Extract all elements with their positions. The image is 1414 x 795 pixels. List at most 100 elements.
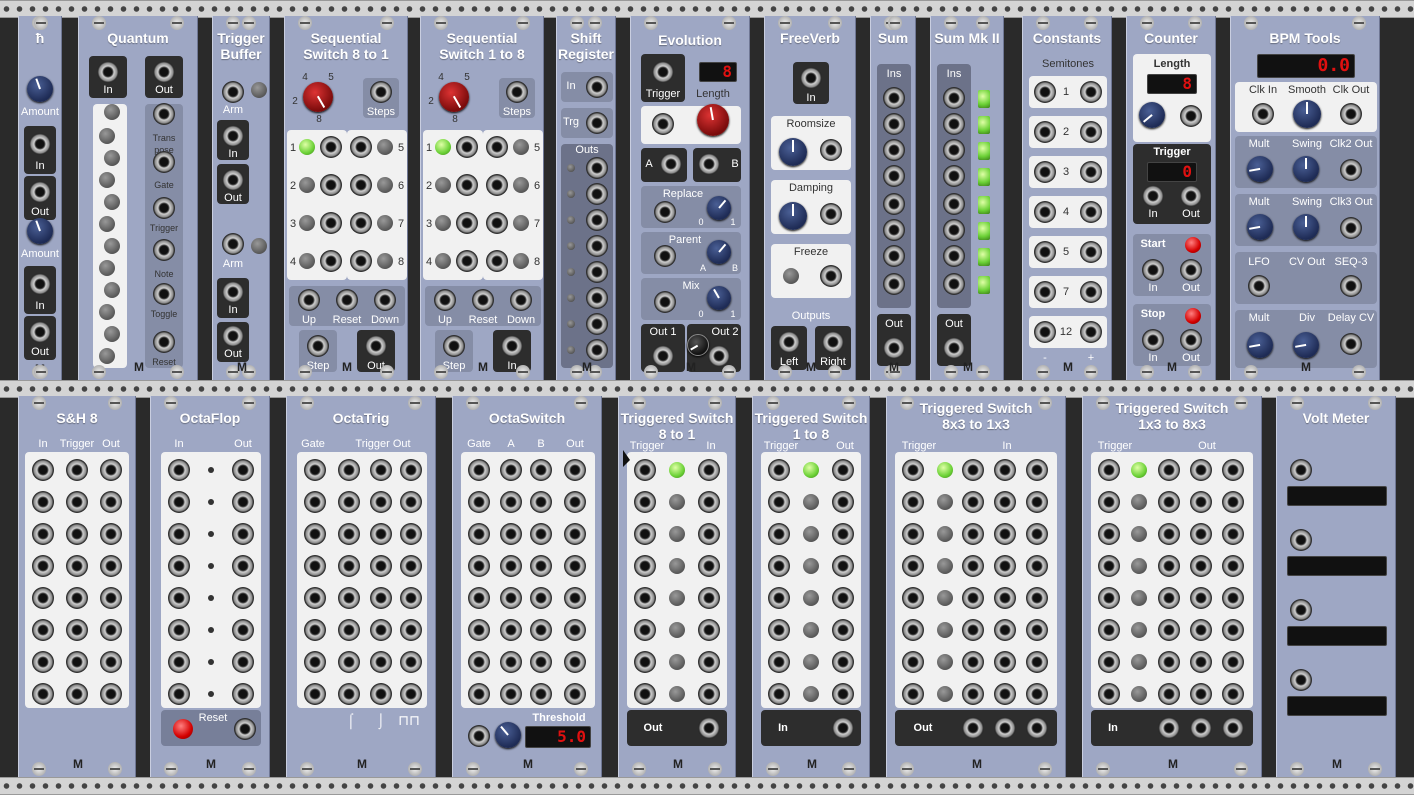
b-jack[interactable] — [698, 153, 720, 175]
row-jack[interactable] — [168, 683, 190, 705]
reset-jack[interactable] — [153, 331, 175, 353]
row-jack[interactable] — [1222, 651, 1244, 673]
row-jack[interactable] — [168, 555, 190, 577]
row-jack[interactable] — [564, 619, 586, 641]
row-jack[interactable] — [32, 459, 54, 481]
in-jack[interactable] — [943, 219, 965, 241]
row-jack[interactable] — [232, 587, 254, 609]
mult-knob[interactable] — [1247, 156, 1273, 182]
row-jack[interactable] — [468, 651, 490, 673]
row-jack[interactable] — [832, 459, 854, 481]
mix-jack[interactable] — [654, 291, 676, 313]
row-jack[interactable] — [100, 555, 122, 577]
note-led[interactable] — [104, 282, 120, 298]
row-jack[interactable] — [1098, 459, 1120, 481]
row-jack[interactable] — [304, 523, 326, 545]
row-jack[interactable] — [902, 555, 924, 577]
note-led[interactable] — [99, 304, 115, 320]
row-jack[interactable] — [564, 683, 586, 705]
up-jack[interactable] — [434, 289, 456, 311]
row-jack[interactable] — [400, 587, 422, 609]
row-jack[interactable] — [902, 587, 924, 609]
row-jack[interactable] — [168, 619, 190, 641]
row-jack[interactable] — [304, 555, 326, 577]
damping-knob[interactable] — [779, 202, 807, 230]
row-jack[interactable] — [698, 651, 720, 673]
row-jack[interactable] — [100, 459, 122, 481]
length-knob[interactable] — [697, 104, 729, 136]
toggle-jack[interactable] — [153, 283, 175, 305]
voltage-in-jack[interactable] — [1290, 599, 1312, 621]
row-jack[interactable] — [994, 491, 1016, 513]
step-jack[interactable] — [307, 335, 329, 357]
row-jack[interactable] — [370, 459, 392, 481]
row-jack[interactable] — [1158, 683, 1180, 705]
row-jack[interactable] — [1190, 651, 1212, 673]
row-jack[interactable] — [350, 212, 372, 234]
note-led[interactable] — [104, 194, 120, 210]
row-jack[interactable] — [1098, 651, 1120, 673]
row-jack[interactable] — [1190, 683, 1212, 705]
row-jack[interactable] — [304, 651, 326, 673]
out-jack[interactable] — [1026, 717, 1048, 739]
row-jack[interactable] — [400, 523, 422, 545]
row-jack[interactable] — [768, 459, 790, 481]
row-jack[interactable] — [1026, 459, 1048, 481]
out-jack[interactable] — [586, 313, 608, 335]
row-jack[interactable] — [320, 250, 342, 272]
row-jack[interactable] — [564, 555, 586, 577]
row-jack[interactable] — [994, 459, 1016, 481]
row-jack[interactable] — [338, 683, 360, 705]
row-jack[interactable] — [530, 459, 552, 481]
row-jack[interactable] — [468, 587, 490, 609]
row-jack[interactable] — [1222, 683, 1244, 705]
row-jack[interactable] — [564, 491, 586, 513]
replace-jack[interactable] — [654, 201, 676, 223]
row-jack[interactable] — [350, 250, 372, 272]
row-jack[interactable] — [100, 619, 122, 641]
constant-jack[interactable] — [1080, 321, 1102, 343]
row-jack[interactable] — [634, 555, 656, 577]
row-jack[interactable] — [902, 651, 924, 673]
smooth-knob[interactable] — [1293, 100, 1321, 128]
row-jack[interactable] — [32, 619, 54, 641]
out-jack[interactable] — [586, 261, 608, 283]
row-jack[interactable] — [66, 619, 88, 641]
mix-knob[interactable] — [707, 286, 731, 310]
note-led[interactable] — [104, 326, 120, 342]
row-jack[interactable] — [168, 523, 190, 545]
row-jack[interactable] — [66, 683, 88, 705]
row-jack[interactable] — [350, 174, 372, 196]
row-jack[interactable] — [962, 459, 984, 481]
row-jack[interactable] — [320, 212, 342, 234]
row-jack[interactable] — [304, 619, 326, 641]
freeze-button[interactable] — [783, 268, 799, 284]
row-jack[interactable] — [486, 174, 508, 196]
row-jack[interactable] — [698, 587, 720, 609]
row-jack[interactable] — [1190, 587, 1212, 609]
in-jack[interactable] — [883, 193, 905, 215]
freeze-jack[interactable] — [820, 265, 842, 287]
constant-jack[interactable] — [1034, 121, 1056, 143]
in-jack[interactable] — [29, 273, 51, 295]
in-jack[interactable] — [943, 273, 965, 295]
row-jack[interactable] — [530, 683, 552, 705]
row-jack[interactable] — [32, 651, 54, 673]
steps-knob[interactable] — [439, 82, 469, 112]
row-jack[interactable] — [530, 651, 552, 673]
note-led[interactable] — [99, 172, 115, 188]
roomsize-knob[interactable] — [779, 138, 807, 166]
row-jack[interactable] — [304, 491, 326, 513]
row-jack[interactable] — [698, 459, 720, 481]
note-led[interactable] — [99, 348, 115, 364]
row-jack[interactable] — [962, 491, 984, 513]
clk-out-jack[interactable] — [1340, 103, 1362, 125]
row-jack[interactable] — [100, 651, 122, 673]
row-jack[interactable] — [902, 491, 924, 513]
in-jack[interactable] — [883, 87, 905, 109]
out-jack[interactable] — [586, 339, 608, 361]
out-jack[interactable] — [1180, 259, 1202, 281]
reset-jack[interactable] — [472, 289, 494, 311]
trigger-jack[interactable] — [153, 197, 175, 219]
note-led[interactable] — [99, 128, 115, 144]
